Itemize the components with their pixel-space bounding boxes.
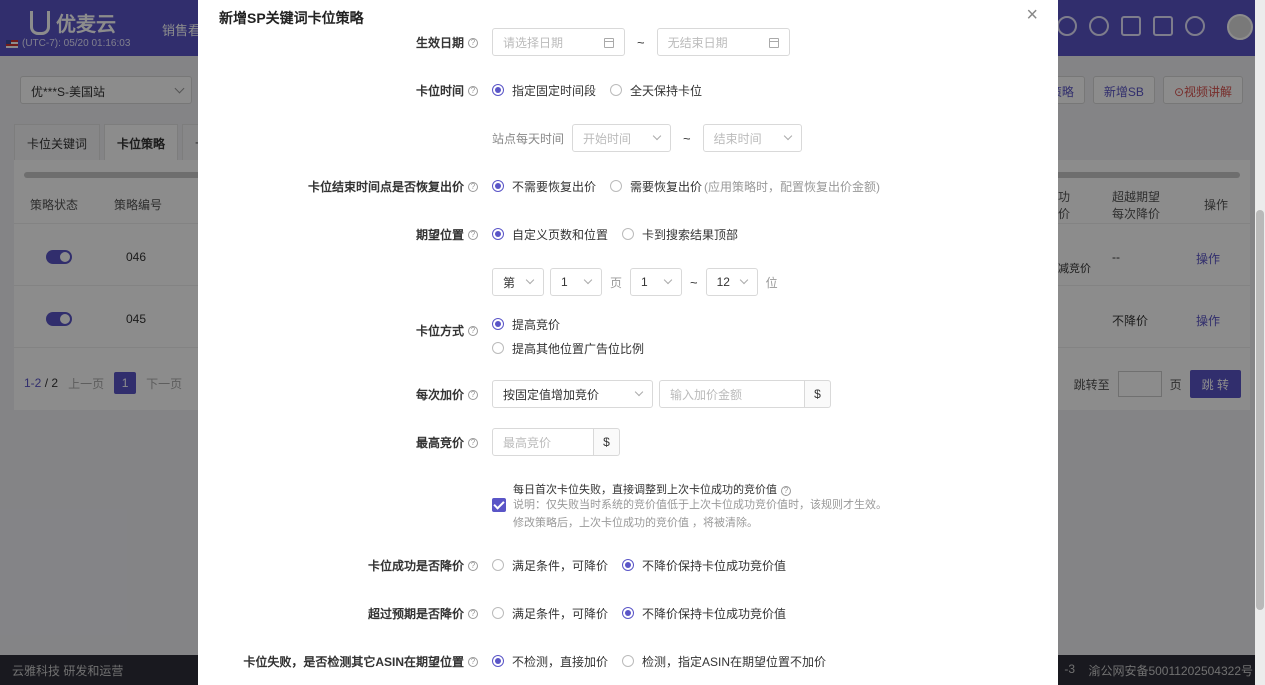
help-icon[interactable]: ? (468, 437, 478, 448)
radio-checked-icon (492, 228, 504, 240)
radio-checked-icon (622, 607, 635, 619)
chevron-down-icon (739, 275, 748, 285)
start-date-picker[interactable]: 请选择日期 (492, 28, 625, 56)
success-lower-row: 卡位成功是否降价? 满足条件，可降价 不降价保持卡位成功竞价值 (198, 551, 1058, 579)
site-time-label: 站点每天时间 (492, 131, 565, 146)
modal-title: 新增SP关键词卡位策略 (219, 10, 364, 26)
currency-suffix: $ (594, 428, 620, 456)
help-icon[interactable]: ? (468, 229, 478, 240)
page-scrollbar[interactable] (1255, 0, 1265, 685)
help-icon[interactable]: ? (468, 325, 478, 336)
help-icon[interactable]: ? (468, 608, 478, 619)
time-separator: ~ (683, 130, 691, 146)
radio-unchecked-icon (622, 228, 635, 240)
first-fail-note-2: 修改策略后，上次卡位成功的竞价值 ，将被清除。 (513, 517, 759, 529)
chevron-down-icon (783, 131, 792, 141)
end-date-picker[interactable]: 无结束日期 (656, 28, 790, 56)
help-icon[interactable]: ? (468, 181, 478, 192)
radio-restore[interactable]: 需要恢复出价 (610, 178, 702, 195)
first-fail-text: 每日首次卡位失败，直接调整到上次卡位成功的竞价值? (513, 481, 791, 497)
radio-no-check[interactable]: 不检测，直接加价 (492, 653, 608, 670)
radio-checked-icon (622, 559, 635, 571)
chevron-down-icon (525, 275, 535, 285)
help-icon[interactable]: ? (468, 389, 478, 400)
chevron-down-icon (652, 131, 662, 141)
increment-amount-input[interactable]: 输入加价金额 (659, 380, 805, 408)
radio-check-asin[interactable]: 检测，指定ASIN在期望位置不加价 (622, 653, 826, 670)
fail-check-label: 卡位失败，是否检测其它ASIN在期望位置? (243, 653, 478, 670)
expected-position-row: 期望位置? 自定义页数和位置 卡到搜索结果顶部 (198, 220, 1058, 248)
increment-row: 每次加价? 按固定值增加竞价 输入加价金额 $ (198, 380, 1058, 408)
radio-unchecked-icon (492, 607, 504, 619)
calendar-icon (768, 38, 779, 48)
date-separator: ~ (637, 34, 645, 50)
radio-checked-icon (492, 655, 504, 667)
restore-note: (应用策略时，配置恢复出价金额) (704, 179, 881, 194)
restore-bid-row: 卡位结束时间点是否恢复出价? 不需要恢复出价 需要恢复出价 (应用策略时，配置恢… (198, 172, 1058, 200)
help-icon[interactable]: ? (468, 656, 478, 667)
radio-custom-position[interactable]: 自定义页数和位置 (492, 226, 608, 243)
radio-raise-bid[interactable]: 提高竞价 (492, 312, 560, 336)
position-from-select[interactable]: 1 (630, 268, 683, 296)
chevron-down-icon (634, 387, 644, 397)
first-fail-note-1: 说明：仅失败当时系统的竞价值低于上次卡位成功竞价值时，该规则才生效。 (513, 499, 887, 511)
radio-unchecked-icon (610, 180, 623, 192)
position-unit: 位 (765, 275, 778, 290)
site-time-row: 站点每天时间 开始时间 ~ 结束时间 (198, 124, 1058, 152)
effective-date-row: 生效日期? 请选择日期 ~ 无结束日期 (198, 28, 1058, 56)
position-to-select[interactable]: 12 (705, 268, 758, 296)
page-unit: 页 (610, 275, 623, 290)
radio-exceed-keep[interactable]: 不降价保持卡位成功竞价值 (622, 605, 786, 622)
first-fail-checkbox[interactable] (492, 498, 506, 512)
radio-no-restore[interactable]: 不需要恢复出价 (492, 178, 596, 195)
radio-unchecked-icon (492, 559, 504, 571)
effective-date-label: 生效日期? (416, 34, 478, 51)
slot-method-label: 卡位方式? (416, 322, 478, 339)
page-position-row: 第 1 页 1 ~ 12 位 (198, 268, 1058, 296)
increment-label: 每次加价? (416, 386, 478, 403)
chevron-down-icon (663, 275, 673, 285)
exceed-lower-label: 超过预期是否降价? (368, 605, 478, 622)
max-bid-input[interactable]: 最高竞价 (492, 428, 594, 456)
calendar-icon (604, 38, 614, 48)
radio-unchecked-icon (492, 342, 504, 354)
radio-exceed-can-lower[interactable]: 满足条件，可降价 (492, 605, 608, 622)
radio-unchecked-icon (610, 84, 623, 96)
slot-time-label: 卡位时间? (416, 82, 478, 99)
radio-checked-icon (492, 180, 504, 192)
radio-all-day[interactable]: 全天保持卡位 (610, 82, 702, 99)
fail-check-row: 卡位失败，是否检测其它ASIN在期望位置? 不检测，直接加价 检测，指定ASIN… (198, 647, 1058, 675)
page-number-select[interactable]: 1 (550, 268, 602, 296)
radio-checked-icon (492, 318, 504, 330)
exceed-lower-row: 超过预期是否降价? 满足条件，可降价 不降价保持卡位成功竞价值 (198, 599, 1058, 627)
help-icon[interactable]: ? (781, 486, 791, 496)
radio-raise-placement[interactable]: 提高其他位置广告位比例 (492, 336, 644, 360)
chevron-down-icon (583, 275, 593, 285)
help-icon[interactable]: ? (468, 560, 478, 571)
new-policy-modal: 新增SP关键词卡位策略 × 生效日期? 请选择日期 ~ 无结束日期 卡位时间? … (198, 0, 1058, 685)
radio-unchecked-icon (622, 655, 635, 667)
max-bid-row: 最高竞价? 最高竞价 $ (198, 428, 1058, 456)
expected-position-label: 期望位置? (416, 226, 478, 243)
radio-search-top[interactable]: 卡到搜索结果顶部 (622, 226, 738, 243)
radio-success-keep[interactable]: 不降价保持卡位成功竞价值 (622, 557, 786, 574)
help-icon[interactable]: ? (468, 85, 478, 96)
radio-fixed-period[interactable]: 指定固定时间段 (492, 82, 596, 99)
position-separator: ~ (690, 274, 698, 290)
help-icon[interactable]: ? (468, 37, 478, 48)
end-time-select[interactable]: 结束时间 (702, 124, 802, 152)
close-icon[interactable]: × (1026, 5, 1038, 25)
page-scrollbar-thumb[interactable] (1256, 210, 1264, 610)
success-lower-label: 卡位成功是否降价? (368, 557, 478, 574)
radio-success-can-lower[interactable]: 满足条件，可降价 (492, 557, 608, 574)
start-time-select[interactable]: 开始时间 (572, 124, 672, 152)
currency-suffix: $ (805, 380, 831, 408)
page-prefix-select[interactable]: 第 (492, 268, 544, 296)
slot-method-row: 卡位方式? 提高竞价 提高其他位置广告位比例 (198, 316, 1058, 366)
increment-mode-select[interactable]: 按固定值增加竞价 (492, 380, 653, 408)
radio-checked-icon (492, 84, 504, 96)
restore-bid-label: 卡位结束时间点是否恢复出价? (308, 178, 478, 195)
slot-time-row: 卡位时间? 指定固定时间段 全天保持卡位 (198, 76, 1058, 104)
max-bid-label: 最高竞价? (416, 434, 478, 451)
